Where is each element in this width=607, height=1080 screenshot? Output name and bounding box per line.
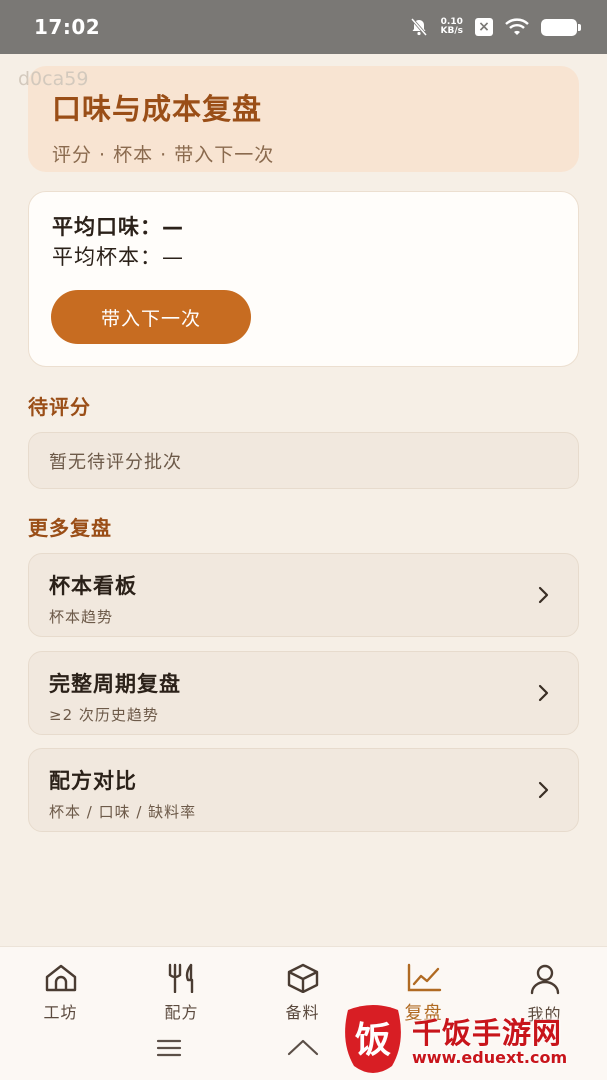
tab-recipes[interactable]: 配方	[121, 963, 242, 1023]
menu-icon[interactable]	[156, 1038, 182, 1058]
chevron-right-icon	[538, 781, 549, 799]
site-logo-icon: 饭	[345, 1005, 401, 1073]
chevron-right-icon	[538, 586, 549, 604]
tab-label: 工坊	[43, 1003, 78, 1022]
home-nav-icon[interactable]	[287, 1038, 319, 1058]
net-speed-unit: KB/s	[440, 26, 463, 36]
box-icon	[287, 963, 318, 993]
summary-card: 平均口味：— 平均杯本：— 带入下一次	[28, 191, 579, 367]
average-taste: 平均口味：—	[52, 215, 184, 239]
pending-section-title: 待评分	[28, 395, 91, 419]
list-item-title: 杯本看板	[49, 574, 137, 598]
site-watermark-url: www.eduext.com	[412, 1048, 568, 1067]
debug-code: d0ca59	[18, 68, 89, 90]
list-item-title: 完整周期复盘	[49, 672, 181, 696]
cost-dashboard-card[interactable]: 杯本看板 杯本趋势	[28, 553, 579, 637]
bell-muted-icon	[410, 18, 427, 36]
site-logo-char: 饭	[355, 1020, 391, 1061]
tab-workshop[interactable]: 工坊	[0, 963, 121, 1023]
battery-icon	[541, 18, 581, 36]
list-item-subtitle: 杯本趋势	[49, 608, 114, 626]
list-item-title: 配方对比	[49, 769, 137, 793]
status-icons: 0.10 KB/s ×	[409, 17, 581, 37]
fork-knife-icon	[168, 963, 193, 993]
status-bar: 17:02 0.10 KB/s ×	[0, 0, 607, 54]
site-watermark-name: 千饭手游网	[412, 1016, 563, 1050]
more-section-title: 更多复盘	[28, 516, 112, 540]
tab-label: 配方	[164, 1003, 199, 1022]
list-item-subtitle: 杯本 / 口味 / 缺料率	[49, 803, 197, 821]
pending-empty-state: 暂无待评分批次	[28, 432, 579, 489]
average-cost: 平均杯本：—	[52, 245, 184, 269]
page-title: 口味与成本复盘	[52, 92, 263, 126]
status-time: 17:02	[34, 15, 101, 39]
user-icon	[530, 964, 559, 995]
chart-icon	[407, 963, 441, 992]
list-item-subtitle: ≥2 次历史趋势	[49, 706, 159, 724]
net-speed: 0.10 KB/s	[441, 18, 463, 36]
home-icon	[45, 964, 76, 992]
wifi-icon	[505, 18, 529, 35]
full-cycle-review-card[interactable]: 完整周期复盘 ≥2 次历史趋势	[28, 651, 579, 735]
header-card: 口味与成本复盘 评分 · 杯本 · 带入下一次	[28, 66, 579, 172]
page-subtitle: 评分 · 杯本 · 带入下一次	[52, 144, 275, 166]
carry-to-next-button[interactable]: 带入下一次	[51, 290, 251, 344]
chevron-right-icon	[538, 684, 549, 702]
sim-icon: ×	[475, 18, 493, 36]
recipe-compare-card[interactable]: 配方对比 杯本 / 口味 / 缺料率	[28, 748, 579, 832]
